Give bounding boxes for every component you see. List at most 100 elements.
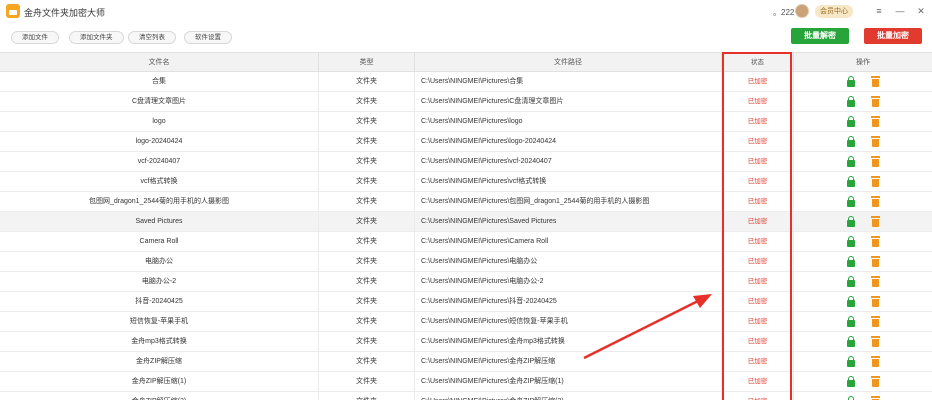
unlock-icon[interactable] (847, 236, 855, 247)
unlock-icon[interactable] (847, 196, 855, 207)
unlock-icon[interactable] (847, 216, 855, 227)
header-status[interactable]: 状态 (722, 53, 794, 73)
table-row[interactable]: C盘清理文章图片 文件夹 C:\Users\NINGMEI\Pictures\C盘清… (0, 92, 932, 112)
status-badge: 已加密 (722, 172, 794, 192)
table-row[interactable]: 短信恢复-苹果手机 文件夹 C:\Users\NINGMEI\Pictures\短信… (0, 312, 932, 332)
close-icon[interactable]: ✕ (914, 4, 928, 18)
user-id: 。222 (773, 8, 795, 17)
status-badge: 已加密 (722, 272, 794, 292)
table-row[interactable]: 金舟ZIP解压缩 文件夹 C:\Users\NINGMEI\Pictures\金舟Z… (0, 352, 932, 372)
file-name: 抖音-20240425 (0, 292, 319, 312)
trash-icon[interactable] (871, 116, 880, 127)
file-path: C:\Users\NINGMEI\Pictures\金舟ZIP解压缩(1) (415, 372, 722, 392)
table-row[interactable]: 金舟ZIP解压缩(1) 文件夹 C:\Users\NINGMEI\Pictures\… (0, 372, 932, 392)
trash-icon[interactable] (871, 256, 880, 267)
file-path: C:\Users\NINGMEI\Pictures\金舟ZIP解压缩(2) (415, 392, 722, 400)
trash-icon[interactable] (871, 76, 880, 87)
file-type: 文件夹 (319, 272, 415, 292)
file-type: 文件夹 (319, 112, 415, 132)
batch-decrypt-button[interactable]: 批量解密 (791, 28, 849, 44)
file-path: C:\Users\NINGMEI\Pictures\电脑办公 (415, 252, 722, 272)
unlock-icon[interactable] (847, 336, 855, 347)
file-path: C:\Users\NINGMEI\Pictures\Saved Pictures (415, 212, 722, 232)
app-logo-icon (6, 4, 20, 18)
file-type: 文件夹 (319, 72, 415, 92)
file-type: 文件夹 (319, 372, 415, 392)
table-row[interactable]: 金舟mp3格式转换 文件夹 C:\Users\NINGMEI\Pictures\金舟… (0, 332, 932, 352)
table-row[interactable]: 金舟ZIP解压缩(2)文件夹C:\Users\NINGMEI\Pictures\… (0, 392, 932, 400)
unlock-icon[interactable] (847, 396, 855, 400)
row-actions (794, 352, 932, 372)
file-path: C:\Users\NINGMEI\Pictures\logo (415, 112, 722, 132)
table-row[interactable]: 包图网_dragon1_2544菊的用手机的人摄影图 文件夹 C:\Users\NI… (0, 192, 932, 212)
unlock-icon[interactable] (847, 136, 855, 147)
add-file-button[interactable]: 添加文件 (11, 31, 59, 44)
vip-center-button[interactable]: 会员中心 (815, 5, 853, 18)
unlock-icon[interactable] (847, 76, 855, 87)
unlock-icon[interactable] (847, 156, 855, 167)
unlock-icon[interactable] (847, 316, 855, 327)
table-row[interactable]: 电脑办公-2 文件夹 C:\Users\NINGMEI\Pictures\电脑办公-… (0, 272, 932, 292)
add-folder-button[interactable]: 添加文件夹 (69, 31, 124, 44)
trash-icon[interactable] (871, 96, 880, 107)
trash-icon[interactable] (871, 376, 880, 387)
unlock-icon[interactable] (847, 96, 855, 107)
status-badge: 已加密 (722, 212, 794, 232)
file-path: C:\Users\NINGMEI\Pictures\vcf格式转换 (415, 172, 722, 192)
row-actions (794, 252, 932, 272)
menu-icon[interactable]: ≡ (872, 4, 886, 18)
file-name: Saved Pictures (0, 212, 319, 232)
unlock-icon[interactable] (847, 116, 855, 127)
file-name: 短信恢复-苹果手机 (0, 312, 319, 332)
status-badge: 已加密 (722, 112, 794, 132)
table-row[interactable]: logo 文件夹 C:\Users\NINGMEI\Pictures\logo 已加密 (0, 112, 932, 132)
trash-icon[interactable] (871, 156, 880, 167)
row-actions (794, 72, 932, 92)
trash-icon[interactable] (871, 196, 880, 207)
trash-icon[interactable] (871, 216, 880, 227)
trash-icon[interactable] (871, 356, 880, 367)
table-row[interactable]: logo-20240424 文件夹 C:\Users\NINGMEI\Picture… (0, 132, 932, 152)
trash-icon[interactable] (871, 336, 880, 347)
status-badge: 已加密 (722, 232, 794, 252)
table-row[interactable]: Saved Pictures 文件夹 C:\Users\NINGMEI\Pictur… (0, 212, 932, 232)
table-row[interactable]: Camera Roll 文件夹 C:\Users\NINGMEI\Pictures\… (0, 232, 932, 252)
trash-icon[interactable] (871, 236, 880, 247)
unlock-icon[interactable] (847, 276, 855, 287)
unlock-icon[interactable] (847, 296, 855, 307)
status-badge: 已加密 (722, 192, 794, 212)
file-type: 文件夹 (319, 172, 415, 192)
status-badge: 已加密 (722, 352, 794, 372)
status-badge: 已加密 (722, 332, 794, 352)
unlock-icon[interactable] (847, 356, 855, 367)
unlock-icon[interactable] (847, 256, 855, 267)
batch-encrypt-button[interactable]: 批量加密 (864, 28, 922, 44)
file-name: logo (0, 112, 319, 132)
trash-icon[interactable] (871, 176, 880, 187)
table-row[interactable]: 合集 文件夹 C:\Users\NINGMEI\Pictures\合集 已加密 (0, 72, 932, 92)
table-row[interactable]: 抖音-20240425 文件夹 C:\Users\NINGMEI\Pictures\… (0, 292, 932, 312)
table-row[interactable]: 电脑办公 文件夹 C:\Users\NINGMEI\Pictures\电脑办公 已加密 (0, 252, 932, 272)
file-path: C:\Users\NINGMEI\Pictures\金舟mp3格式转换 (415, 332, 722, 352)
clear-list-button[interactable]: 清空列表 (128, 31, 176, 44)
file-type: 文件夹 (319, 152, 415, 172)
header-type[interactable]: 类型 (319, 53, 415, 73)
trash-icon[interactable] (871, 396, 880, 400)
trash-icon[interactable] (871, 296, 880, 307)
unlock-icon[interactable] (847, 376, 855, 387)
trash-icon[interactable] (871, 316, 880, 327)
file-name: vcf格式转换 (0, 172, 319, 192)
header-name[interactable]: 文件名 (0, 53, 319, 73)
trash-icon[interactable] (871, 136, 880, 147)
trash-icon[interactable] (871, 276, 880, 287)
avatar[interactable] (795, 4, 809, 18)
file-path: C:\Users\NINGMEI\Pictures\logo-20240424 (415, 132, 722, 152)
file-name: 金舟ZIP解压缩 (0, 352, 319, 372)
table-row[interactable]: vcf格式转换 文件夹 C:\Users\NINGMEI\Pictures\vcf格… (0, 172, 932, 192)
settings-button[interactable]: 软件设置 (184, 31, 232, 44)
minimize-icon[interactable]: — (893, 4, 907, 18)
unlock-icon[interactable] (847, 176, 855, 187)
header-path[interactable]: 文件路径 (415, 53, 722, 73)
file-path: C:\Users\NINGMEI\Pictures\vcf-20240407 (415, 152, 722, 172)
table-row[interactable]: vcf-20240407 文件夹 C:\Users\NINGMEI\Pictures… (0, 152, 932, 172)
